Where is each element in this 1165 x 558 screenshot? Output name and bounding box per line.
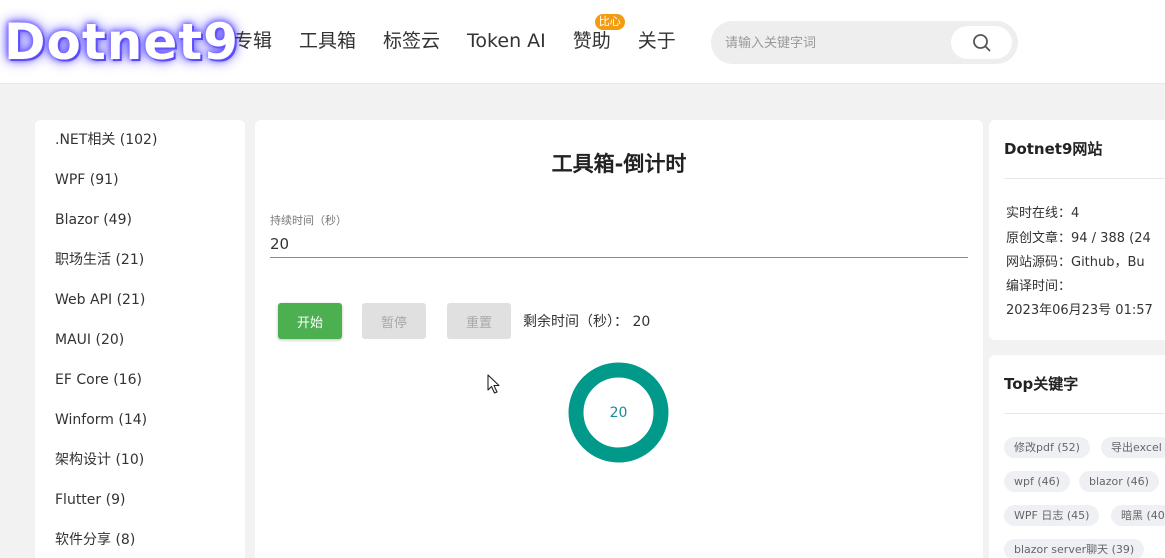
sponsor-badge: 比心 — [594, 14, 625, 30]
nav-item-sponsor-label: 赞助 — [572, 30, 611, 52]
build-label: 编译时间： — [1006, 279, 1072, 294]
duration-label: 持续时间（秒） — [270, 214, 347, 227]
nav-item-albums[interactable]: 专辑 — [234, 28, 272, 54]
keyword-tag[interactable]: 导出excel — [1101, 437, 1165, 458]
mouse-cursor-icon — [487, 374, 500, 394]
reset-button[interactable]: 重置 — [447, 303, 511, 339]
divider — [1004, 178, 1165, 179]
keywords-title: Top关键字 — [1004, 375, 1079, 393]
divider — [1004, 413, 1165, 414]
keyword-tag[interactable]: blazor server聊天 (39) — [1004, 539, 1145, 558]
category-item[interactable]: 软件分享 (8) — [55, 530, 135, 550]
countdown-panel: 工具箱-倒计时 持续时间（秒） 开始 暂停 重置 剩余时间（秒）： 20 20 — [255, 120, 983, 558]
nav-item-about[interactable]: 关于 — [638, 28, 676, 54]
search-input[interactable] — [725, 33, 945, 53]
category-item[interactable]: Winform (14) — [55, 410, 147, 430]
category-item[interactable]: Blazor (49) — [55, 210, 132, 230]
nav-item-tag-cloud[interactable]: 标签云 — [383, 28, 440, 54]
category-item[interactable]: MAUI (20) — [55, 330, 124, 350]
site-info-title: Dotnet9网站 — [1004, 140, 1103, 158]
remaining-time-label: 剩余时间（秒）： — [523, 314, 628, 330]
category-item[interactable]: 职场生活 (21) — [55, 250, 144, 270]
keyword-tag[interactable]: 暗黑 (40 — [1111, 505, 1165, 526]
keyword-tag[interactable]: wpf (46) — [1004, 471, 1070, 492]
page-title: 工具箱-倒计时 — [551, 152, 687, 176]
source-links[interactable]: 网站源码：Github，Bu — [1006, 254, 1145, 272]
remaining-time-value: 20 — [632, 314, 651, 330]
category-sidebar: .NET相关 (102) WPF (91) Blazor (49) 职场生活 (… — [35, 120, 245, 558]
nav-item-toolbox[interactable]: 工具箱 — [299, 28, 356, 54]
site-info-card: Dotnet9网站 实时在线：4 原创文章：94 / 388 (24 网站源码：… — [989, 120, 1165, 340]
category-item[interactable]: Flutter (9) — [55, 490, 125, 510]
category-item[interactable]: EF Core (16) — [55, 370, 142, 390]
remaining-time: 剩余时间（秒）： 20 — [523, 311, 650, 331]
pause-button[interactable]: 暂停 — [362, 303, 426, 339]
main-nav: 专辑 工具箱 标签云 Token AI 赞助 比心 关于 — [234, 14, 703, 54]
nav-item-sponsor[interactable]: 赞助 比心 — [572, 14, 625, 54]
site-logo[interactable]: Dotnet9 — [4, 10, 239, 74]
category-item[interactable]: Web API (21) — [55, 290, 145, 310]
category-item[interactable]: WPF (91) — [55, 170, 119, 190]
countdown-ring-value: 20 — [609, 404, 628, 421]
article-count: 原创文章：94 / 388 (24 — [1006, 231, 1151, 246]
keyword-tag[interactable]: 修改pdf (52) — [1004, 437, 1090, 458]
build-time: 2023年06月23号 01:57 — [1006, 303, 1153, 318]
category-item[interactable]: 架构设计 (10) — [55, 450, 144, 470]
keyword-tag[interactable]: WPF 日志 (45) — [1004, 505, 1100, 526]
keywords-card: Top关键字 修改pdf (52) 导出excel wpf (46) blazo… — [989, 355, 1165, 558]
nav-item-token-ai[interactable]: Token AI — [467, 28, 546, 54]
search-button[interactable] — [951, 26, 1012, 59]
top-header: Dotnet9 专辑 工具箱 标签云 Token AI 赞助 比心 关于 — [0, 0, 1165, 84]
duration-input[interactable] — [270, 230, 968, 258]
keyword-tag[interactable]: blazor (46) — [1079, 471, 1159, 492]
category-item[interactable]: .NET相关 (102) — [55, 130, 157, 150]
start-button[interactable]: 开始 — [278, 303, 342, 339]
search-box — [711, 21, 1018, 64]
search-icon — [972, 33, 990, 51]
online-count: 实时在线：4 — [1006, 206, 1080, 221]
